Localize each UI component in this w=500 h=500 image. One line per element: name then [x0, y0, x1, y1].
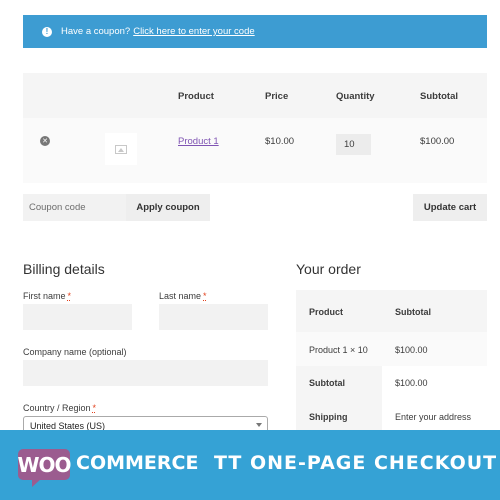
first-name-field[interactable]: [23, 304, 132, 330]
quantity-input[interactable]: [336, 134, 371, 155]
table-row: ✕ Product 1 $10.00 $100.00: [23, 118, 487, 183]
remove-item-icon[interactable]: ✕: [40, 136, 50, 146]
image-placeholder-icon: [115, 144, 127, 154]
apply-coupon-button[interactable]: Apply coupon: [126, 194, 210, 221]
chevron-down-icon: [256, 423, 262, 427]
header-product: Product: [178, 91, 214, 102]
order-review-table: Product Subtotal Product 1 × 10 $100.00 …: [296, 290, 487, 434]
enter-coupon-link[interactable]: Click here to enter your code: [133, 26, 254, 37]
coupon-code-input[interactable]: [23, 194, 126, 221]
required-mark: *: [67, 291, 72, 301]
order-subtotal-value: $100.00: [395, 378, 428, 388]
cart-table-header: Product Price Quantity Subtotal: [23, 73, 487, 118]
cart-table: Product Price Quantity Subtotal ✕ Produc…: [23, 73, 487, 183]
woo-logo-text: WOO: [17, 452, 71, 477]
order-item-total: $100.00: [395, 345, 428, 355]
billing-details-title: Billing details: [23, 261, 105, 277]
banner-product-title: TT ONE-PAGE CHECKOUT: [214, 452, 498, 474]
product-subtotal: $100.00: [420, 136, 455, 147]
company-name-field[interactable]: [23, 360, 268, 386]
required-mark: *: [92, 403, 97, 413]
product-thumbnail[interactable]: [105, 133, 137, 165]
order-shipping-value: Enter your address: [395, 412, 472, 422]
required-mark: *: [203, 291, 207, 301]
header-subtotal: Subtotal: [420, 91, 458, 102]
order-item-name: Product 1 × 10: [309, 345, 368, 355]
coupon-bar: Apply coupon Update cart: [23, 194, 487, 221]
last-name-field[interactable]: [159, 304, 268, 330]
company-name-label: Company name (optional): [23, 347, 127, 357]
product-price: $10.00: [265, 136, 295, 147]
order-header-product: Product: [309, 307, 344, 317]
country-label: Country / Region *: [23, 403, 97, 413]
your-order-title: Your order: [296, 261, 361, 277]
first-name-label: First name *: [23, 291, 72, 301]
update-cart-button[interactable]: Update cart: [413, 194, 487, 221]
info-icon: !: [42, 26, 52, 37]
order-table-header: Product Subtotal: [296, 290, 487, 332]
last-name-label: Last name *: [159, 291, 207, 301]
woocommerce-logo: WOO: [17, 449, 72, 487]
order-shipping-row: Shipping Enter your address: [296, 400, 487, 434]
coupon-notice-text: Have a coupon?: [61, 26, 131, 37]
country-select-value: United States (US): [30, 420, 106, 431]
order-subtotal-label: Subtotal: [309, 378, 345, 388]
promo-banner: WOO COMMERCE TT ONE-PAGE CHECKOUT: [0, 430, 500, 500]
commerce-logo-text: COMMERCE: [76, 452, 199, 474]
order-header-subtotal: Subtotal: [395, 307, 431, 317]
header-price: Price: [265, 91, 289, 102]
product-link[interactable]: Product 1: [178, 136, 219, 147]
order-subtotal-row: Subtotal $100.00: [296, 366, 487, 400]
order-shipping-label: Shipping: [309, 412, 348, 422]
coupon-notice: ! Have a coupon? Click here to enter you…: [23, 15, 487, 48]
table-row: Product 1 × 10 $100.00: [296, 332, 487, 366]
header-quantity: Quantity: [336, 91, 375, 102]
